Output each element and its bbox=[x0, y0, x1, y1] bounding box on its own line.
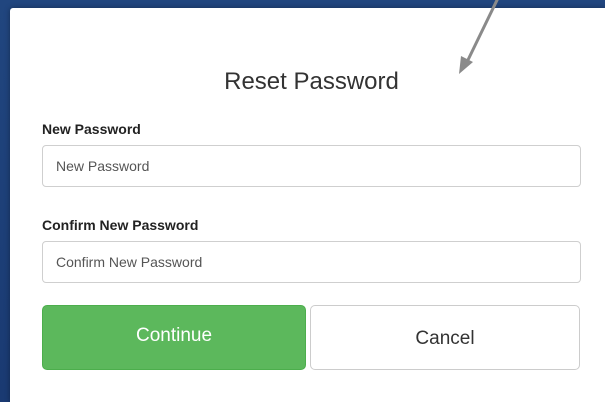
continue-button-label: Continue bbox=[135, 324, 213, 346]
confirm-password-label: Confirm New Password bbox=[42, 217, 199, 233]
confirm-password-input[interactable] bbox=[42, 241, 581, 283]
new-password-label: New Password bbox=[42, 121, 141, 137]
cancel-button-label: Cancel bbox=[415, 327, 475, 349]
dialog-title: Reset Password bbox=[224, 68, 399, 95]
continue-button[interactable]: Continue bbox=[42, 305, 306, 370]
cancel-button[interactable]: Cancel bbox=[310, 305, 580, 370]
annotation-arrow-icon bbox=[459, 0, 499, 74]
new-password-input[interactable] bbox=[42, 145, 581, 187]
